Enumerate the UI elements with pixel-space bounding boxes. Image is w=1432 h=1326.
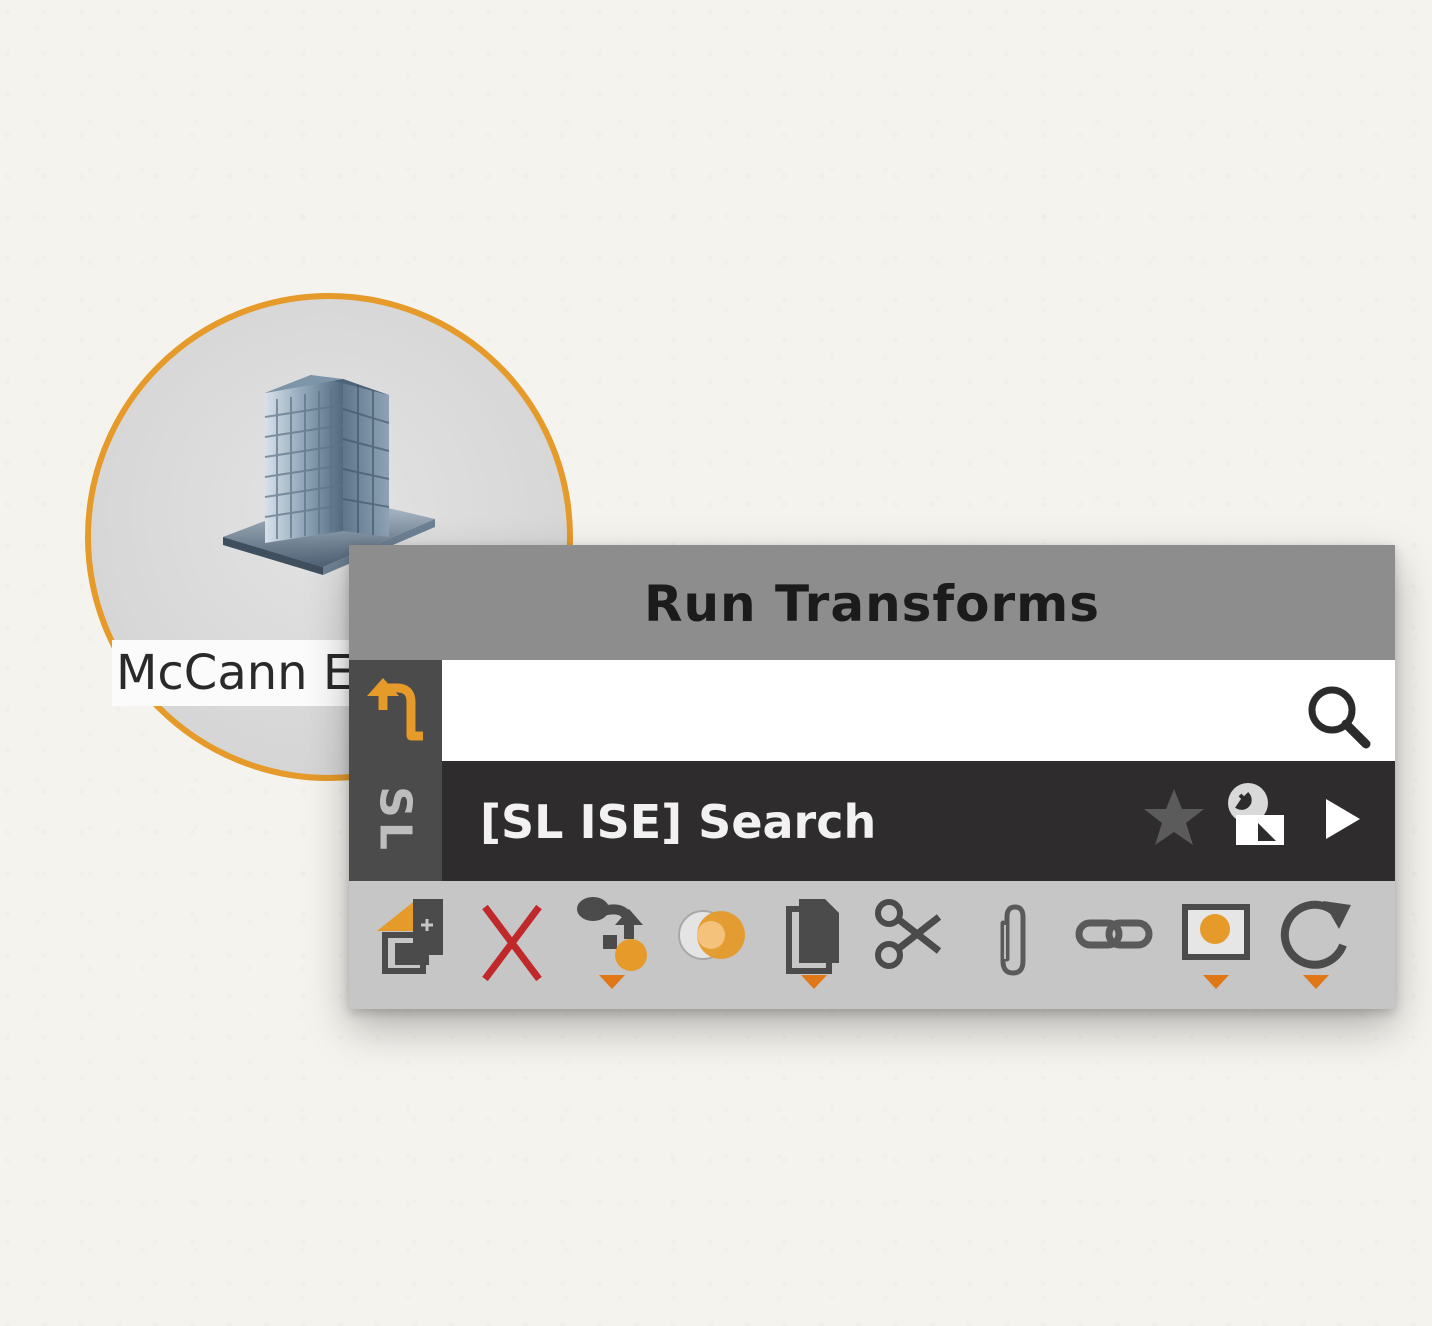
cut-icon bbox=[875, 899, 942, 969]
link-icon bbox=[1075, 919, 1153, 949]
change-type-button[interactable] bbox=[373, 895, 453, 995]
search-input[interactable] bbox=[454, 670, 1298, 752]
attach-icon bbox=[1000, 904, 1026, 976]
rerun-icon bbox=[1280, 900, 1351, 989]
link-button[interactable] bbox=[1075, 895, 1155, 995]
transform-item[interactable]: [SL ISE] Search bbox=[442, 761, 1395, 881]
delete-button[interactable] bbox=[475, 895, 555, 995]
select-button[interactable] bbox=[675, 895, 755, 995]
merge-icon bbox=[577, 897, 647, 989]
run-transforms-popup: Run Transforms SL [SL ISE] Search bbox=[349, 545, 1395, 1009]
settings-icon[interactable] bbox=[1218, 779, 1288, 849]
popup-title: Run Transforms bbox=[349, 545, 1395, 660]
pin-button[interactable] bbox=[1177, 895, 1257, 995]
star-icon[interactable] bbox=[1142, 785, 1206, 849]
rerun-button[interactable] bbox=[1277, 895, 1357, 995]
side-tab-sl[interactable]: SL bbox=[349, 660, 442, 881]
entity-label: McCann E bbox=[112, 640, 358, 706]
back-arrow-icon[interactable] bbox=[363, 670, 429, 750]
side-tab-label: SL bbox=[369, 786, 421, 854]
copy-button[interactable] bbox=[775, 895, 855, 995]
delete-icon bbox=[482, 904, 542, 982]
transform-label: [SL ISE] Search bbox=[480, 795, 877, 849]
select-icon bbox=[678, 910, 745, 960]
run-arrow-icon[interactable] bbox=[1322, 797, 1362, 841]
toolbar bbox=[349, 881, 1395, 1009]
search-icon[interactable] bbox=[1304, 682, 1374, 752]
cut-button[interactable] bbox=[873, 895, 953, 995]
pin-icon bbox=[1182, 904, 1250, 989]
copy-icon bbox=[786, 899, 839, 989]
attach-button[interactable] bbox=[975, 895, 1055, 995]
change-type-icon bbox=[377, 899, 443, 974]
search-box[interactable] bbox=[442, 660, 1395, 761]
merge-button[interactable] bbox=[573, 895, 653, 995]
